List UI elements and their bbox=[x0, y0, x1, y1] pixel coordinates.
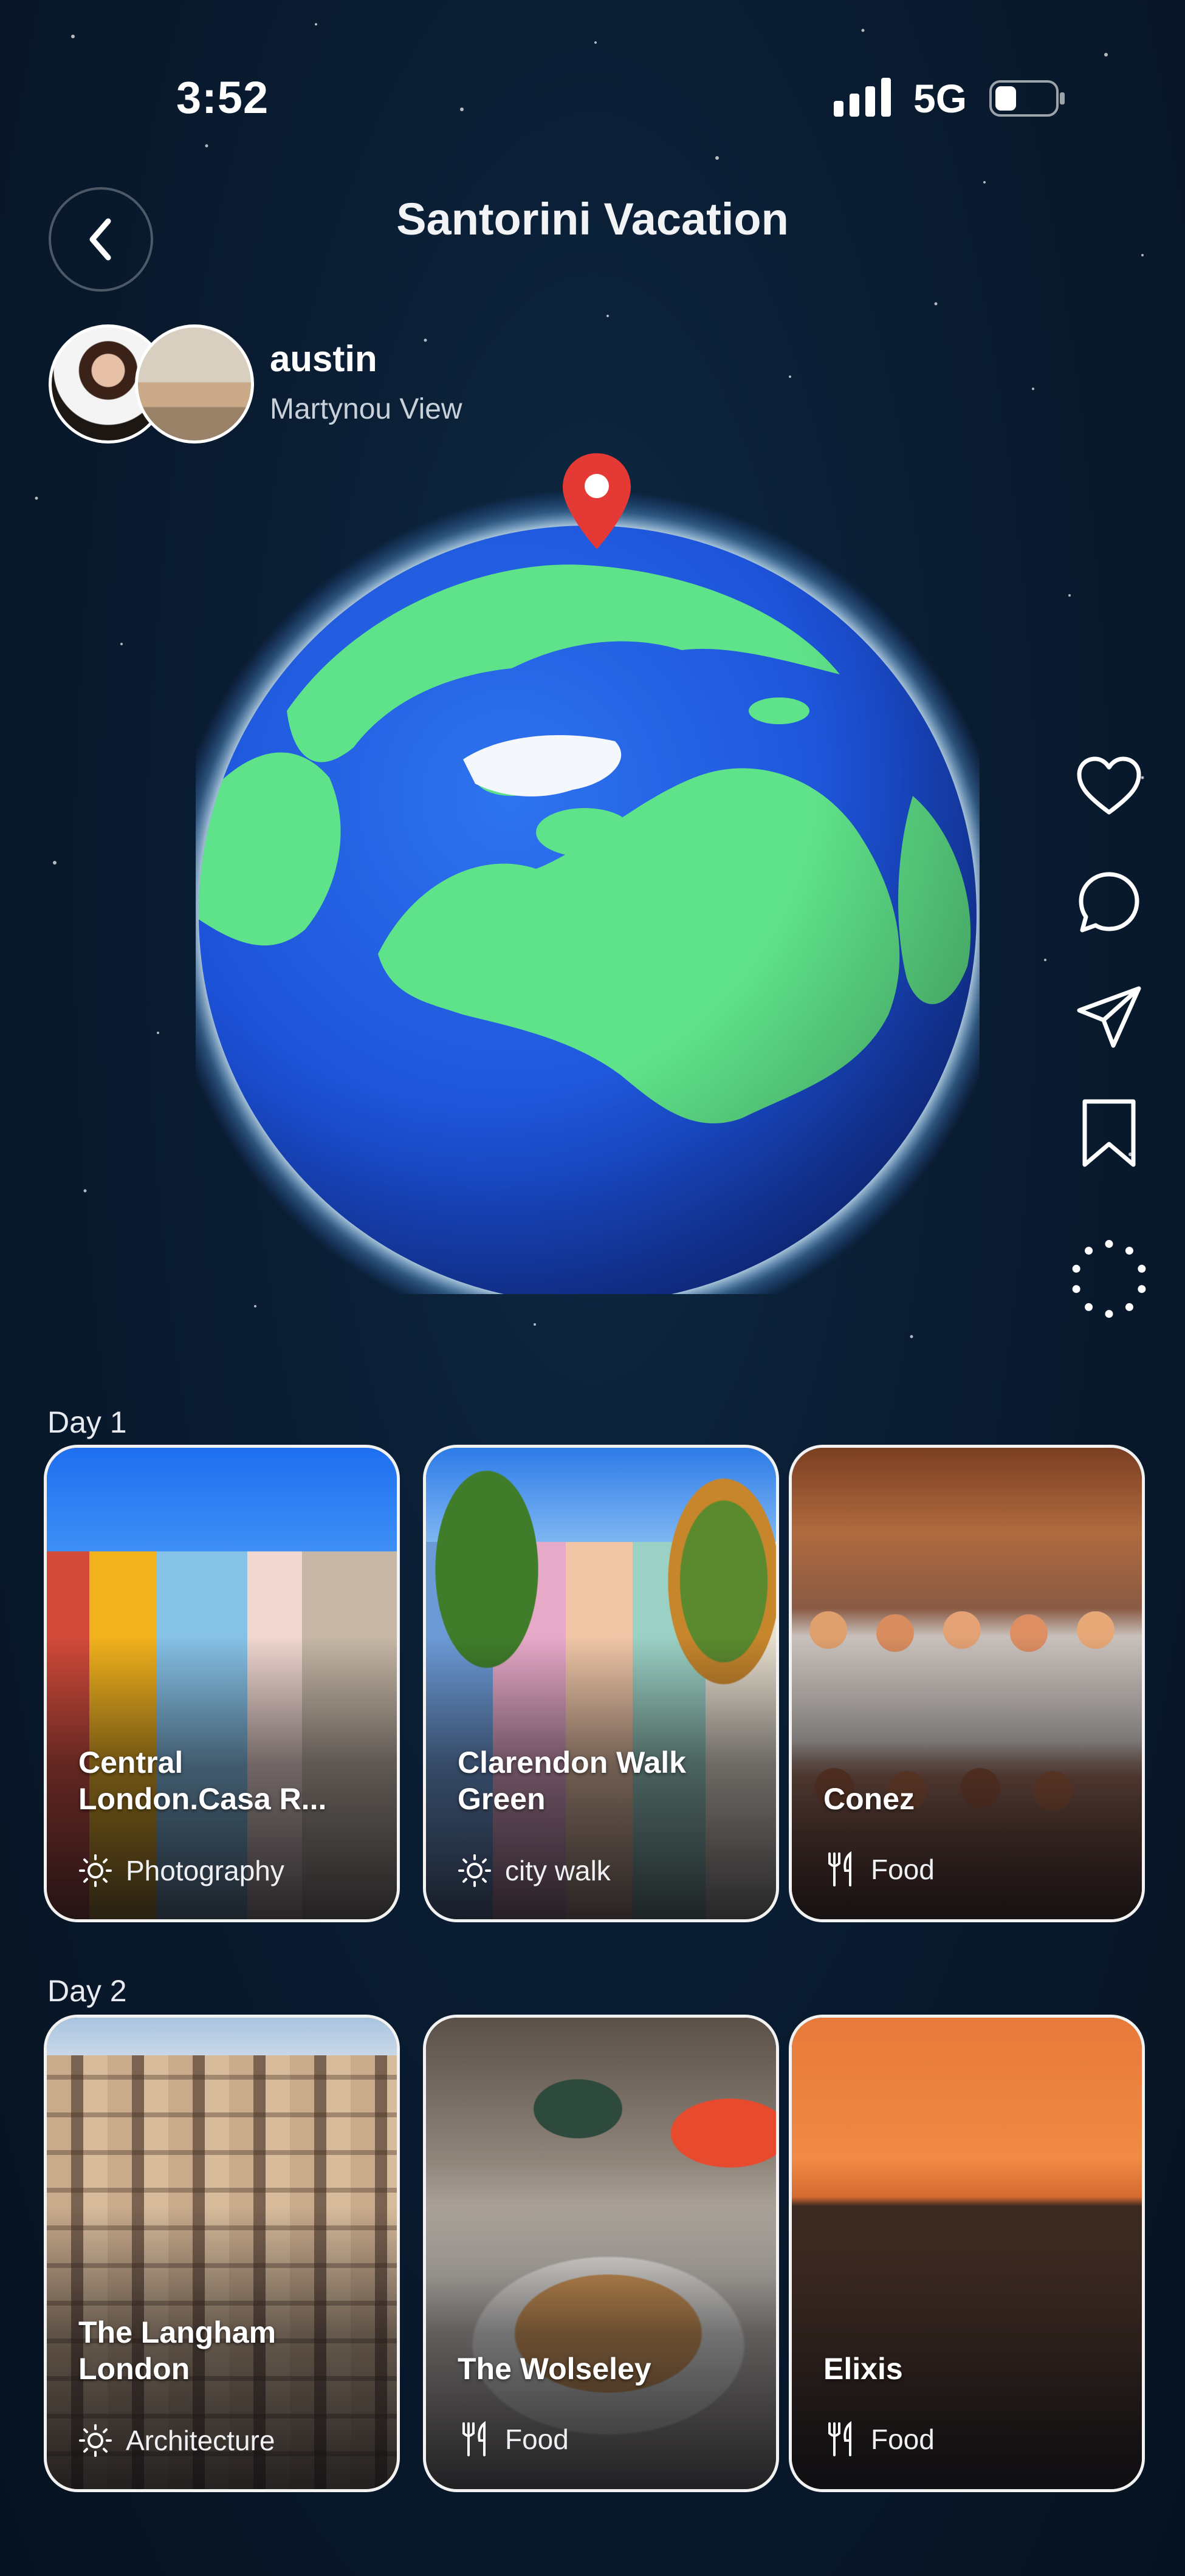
category-label: Architecture bbox=[126, 2425, 275, 2456]
bookmark-button[interactable] bbox=[1070, 1094, 1149, 1173]
category-label: Food bbox=[505, 2424, 569, 2455]
network-type: 5G bbox=[913, 76, 967, 121]
category-label: city walk bbox=[505, 1855, 611, 1886]
place-card[interactable]: The Langham London Architecture bbox=[44, 2015, 400, 2492]
place-card[interactable]: Clarendon Walk Green city walk bbox=[423, 1445, 779, 1922]
comment-button[interactable] bbox=[1070, 863, 1149, 942]
sun-icon bbox=[79, 1854, 112, 1887]
user-location: Martynou View bbox=[270, 393, 462, 425]
day-label: Day 2 bbox=[47, 1974, 127, 2008]
category-label: Food bbox=[871, 1854, 935, 1885]
fork-knife-icon bbox=[828, 2421, 851, 2456]
share-button[interactable] bbox=[1070, 978, 1149, 1057]
avatar[interactable] bbox=[135, 324, 254, 444]
category-label: Food bbox=[871, 2424, 935, 2455]
comment-icon bbox=[1079, 872, 1139, 933]
globe-graphic bbox=[196, 492, 980, 1294]
sun-icon bbox=[458, 1854, 491, 1887]
battery-icon bbox=[989, 80, 1065, 117]
place-card[interactable]: Central London.Casa R... Photography bbox=[44, 1445, 400, 1922]
place-name: Conez bbox=[823, 1782, 915, 1816]
place-category: Food bbox=[823, 1851, 935, 1888]
like-button[interactable] bbox=[1070, 747, 1149, 826]
location-pin-icon[interactable] bbox=[559, 451, 634, 553]
heart-icon bbox=[1077, 756, 1141, 815]
status-time: 3:52 bbox=[176, 72, 269, 123]
sun-icon bbox=[79, 2424, 112, 2457]
signal-icon bbox=[834, 78, 891, 117]
send-icon bbox=[1077, 986, 1141, 1048]
place-category: Food bbox=[823, 2421, 935, 2458]
place-category: city walk bbox=[458, 1854, 611, 1888]
more-dots-icon bbox=[1072, 1239, 1146, 1318]
fork-knife-icon bbox=[828, 1851, 851, 1886]
more-button[interactable] bbox=[1070, 1239, 1149, 1318]
category-label: Photography bbox=[126, 1855, 284, 1886]
fork-knife-icon bbox=[462, 2421, 486, 2456]
place-card[interactable]: Conez Food bbox=[789, 1445, 1145, 1922]
page-title: Santorini Vacation bbox=[396, 194, 789, 244]
place-name: Elixis bbox=[823, 2352, 903, 2386]
place-name: The Wolseley bbox=[458, 2352, 651, 2386]
day-label: Day 1 bbox=[47, 1405, 127, 1439]
place-card[interactable]: Elixis Food bbox=[789, 2015, 1145, 2492]
globe[interactable] bbox=[196, 492, 980, 1294]
place-name: The Langham London bbox=[78, 2315, 276, 2386]
place-category: Architecture bbox=[78, 2424, 275, 2458]
place-card[interactable]: The Wolseley Food bbox=[423, 2015, 779, 2492]
username[interactable]: austin bbox=[270, 338, 377, 380]
place-name: Central London.Casa R... bbox=[78, 1745, 327, 1816]
bookmark-icon bbox=[1082, 1099, 1136, 1167]
place-name: Clarendon Walk Green bbox=[458, 1745, 686, 1816]
place-category: Food bbox=[458, 2421, 569, 2458]
place-category: Photography bbox=[78, 1854, 284, 1888]
